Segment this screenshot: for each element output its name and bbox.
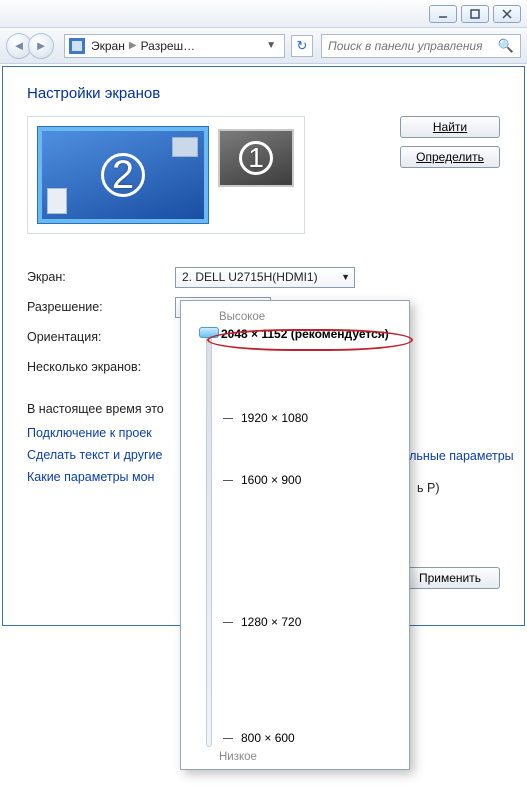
multi-screen-label: Несколько экранов: bbox=[27, 360, 175, 374]
screen-combo[interactable]: 2. DELL U2715H(HDMI1)▼ bbox=[175, 267, 355, 288]
slider-high-label: Высокое bbox=[219, 311, 397, 323]
resolution-label: Разрешение: bbox=[27, 300, 175, 314]
chevron-down-icon[interactable]: ▼ bbox=[262, 40, 280, 51]
search-box[interactable]: 🔍 bbox=[321, 34, 521, 58]
resolution-slider-thumb[interactable] bbox=[199, 327, 219, 338]
search-input[interactable] bbox=[328, 39, 498, 53]
link-advanced-params[interactable]: тельные параметры bbox=[397, 449, 514, 463]
control-panel-icon bbox=[69, 38, 85, 54]
chevron-down-icon: ▼ bbox=[341, 272, 350, 282]
monitor-2[interactable]: 2 bbox=[38, 127, 208, 223]
search-icon[interactable]: 🔍 bbox=[498, 38, 514, 54]
find-button[interactable]: Найти bbox=[400, 116, 500, 138]
resolution-option[interactable]: 1280 × 720 bbox=[223, 615, 301, 629]
resolution-option[interactable]: 1600 × 900 bbox=[223, 473, 301, 487]
projector-shortcut-hint: ь P) bbox=[417, 481, 440, 495]
chevron-right-icon: ▶ bbox=[129, 40, 137, 51]
monitor-arrangement[interactable]: 2 1 bbox=[27, 116, 305, 234]
resolution-option[interactable]: 800 × 600 bbox=[223, 731, 295, 745]
resolution-slider-track[interactable] bbox=[195, 327, 223, 747]
minimize-button[interactable] bbox=[429, 5, 457, 23]
nav-forward-button[interactable]: ► bbox=[28, 33, 54, 59]
slider-low-label: Низкое bbox=[219, 751, 397, 763]
maximize-button[interactable] bbox=[461, 5, 489, 23]
monitor-1[interactable]: 1 bbox=[218, 129, 294, 187]
window-titlebar bbox=[0, 0, 527, 28]
nav-bar: ◄ ► Экран ▶ Разреш… ▼ ↻ 🔍 bbox=[0, 28, 527, 64]
breadcrumb[interactable]: Экран ▶ Разреш… ▼ bbox=[64, 34, 285, 58]
refresh-button[interactable]: ↻ bbox=[291, 35, 313, 57]
breadcrumb-item[interactable]: Разреш… bbox=[141, 39, 196, 53]
detect-button[interactable]: Определить bbox=[400, 146, 500, 168]
resolution-slider-popup: Высокое 2048 × 1152 (рекомендуется) 1920… bbox=[180, 300, 410, 770]
orientation-label: Ориентация: bbox=[27, 330, 175, 344]
close-button[interactable] bbox=[493, 5, 521, 23]
page-title: Настройки экранов bbox=[27, 85, 500, 102]
nav-back-forward: ◄ ► bbox=[6, 33, 54, 59]
resolution-option-recommended[interactable]: 2048 × 1152 (рекомендуется) bbox=[221, 327, 389, 341]
window-thumb-icon bbox=[47, 188, 67, 214]
screen-label: Экран: bbox=[27, 270, 175, 284]
breadcrumb-item[interactable]: Экран bbox=[91, 39, 125, 53]
resolution-option[interactable]: 1920 × 1080 bbox=[223, 411, 308, 425]
window-thumb-icon bbox=[172, 137, 198, 157]
apply-button[interactable]: Применить bbox=[400, 567, 500, 589]
